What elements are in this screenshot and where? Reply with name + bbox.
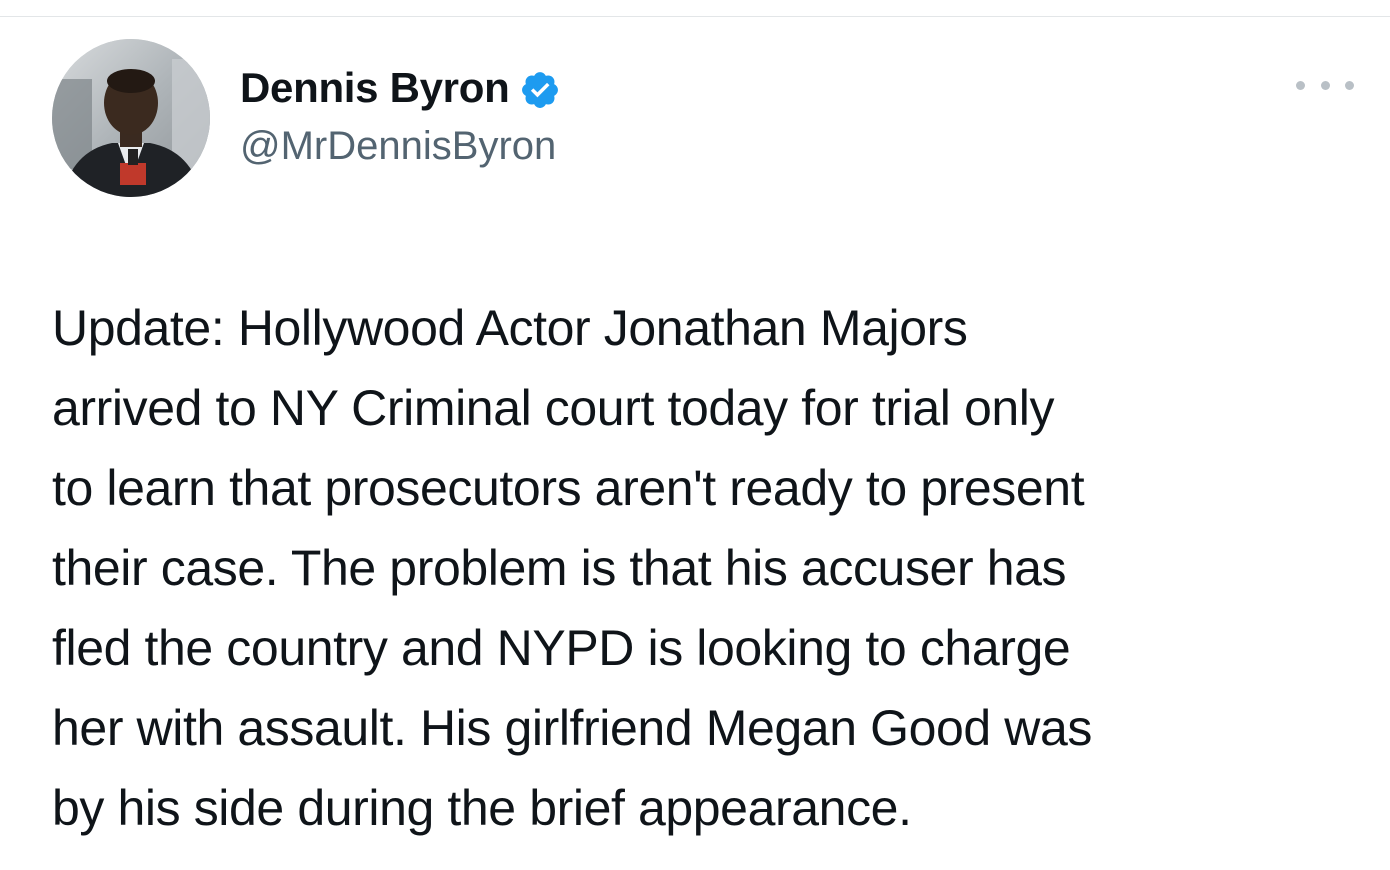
tweet-text: Update: Hollywood Actor Jonathan Majors … (52, 300, 1093, 836)
author-name-row: Dennis Byron (240, 60, 561, 116)
dot-2 (1320, 80, 1330, 90)
verified-badge-icon[interactable] (519, 69, 561, 111)
more-options-icon[interactable] (1296, 70, 1354, 100)
avatar[interactable] (52, 39, 210, 197)
author-handle[interactable]: @MrDennisByron (240, 124, 556, 169)
dot-1 (1296, 80, 1305, 90)
profile-photo-icon (52, 39, 210, 197)
tweet-card: Dennis Byron @MrDennisByron Update: Holl… (0, 0, 1390, 870)
dot-3 (1345, 80, 1354, 90)
author-display-name[interactable]: Dennis Byron (240, 64, 510, 112)
